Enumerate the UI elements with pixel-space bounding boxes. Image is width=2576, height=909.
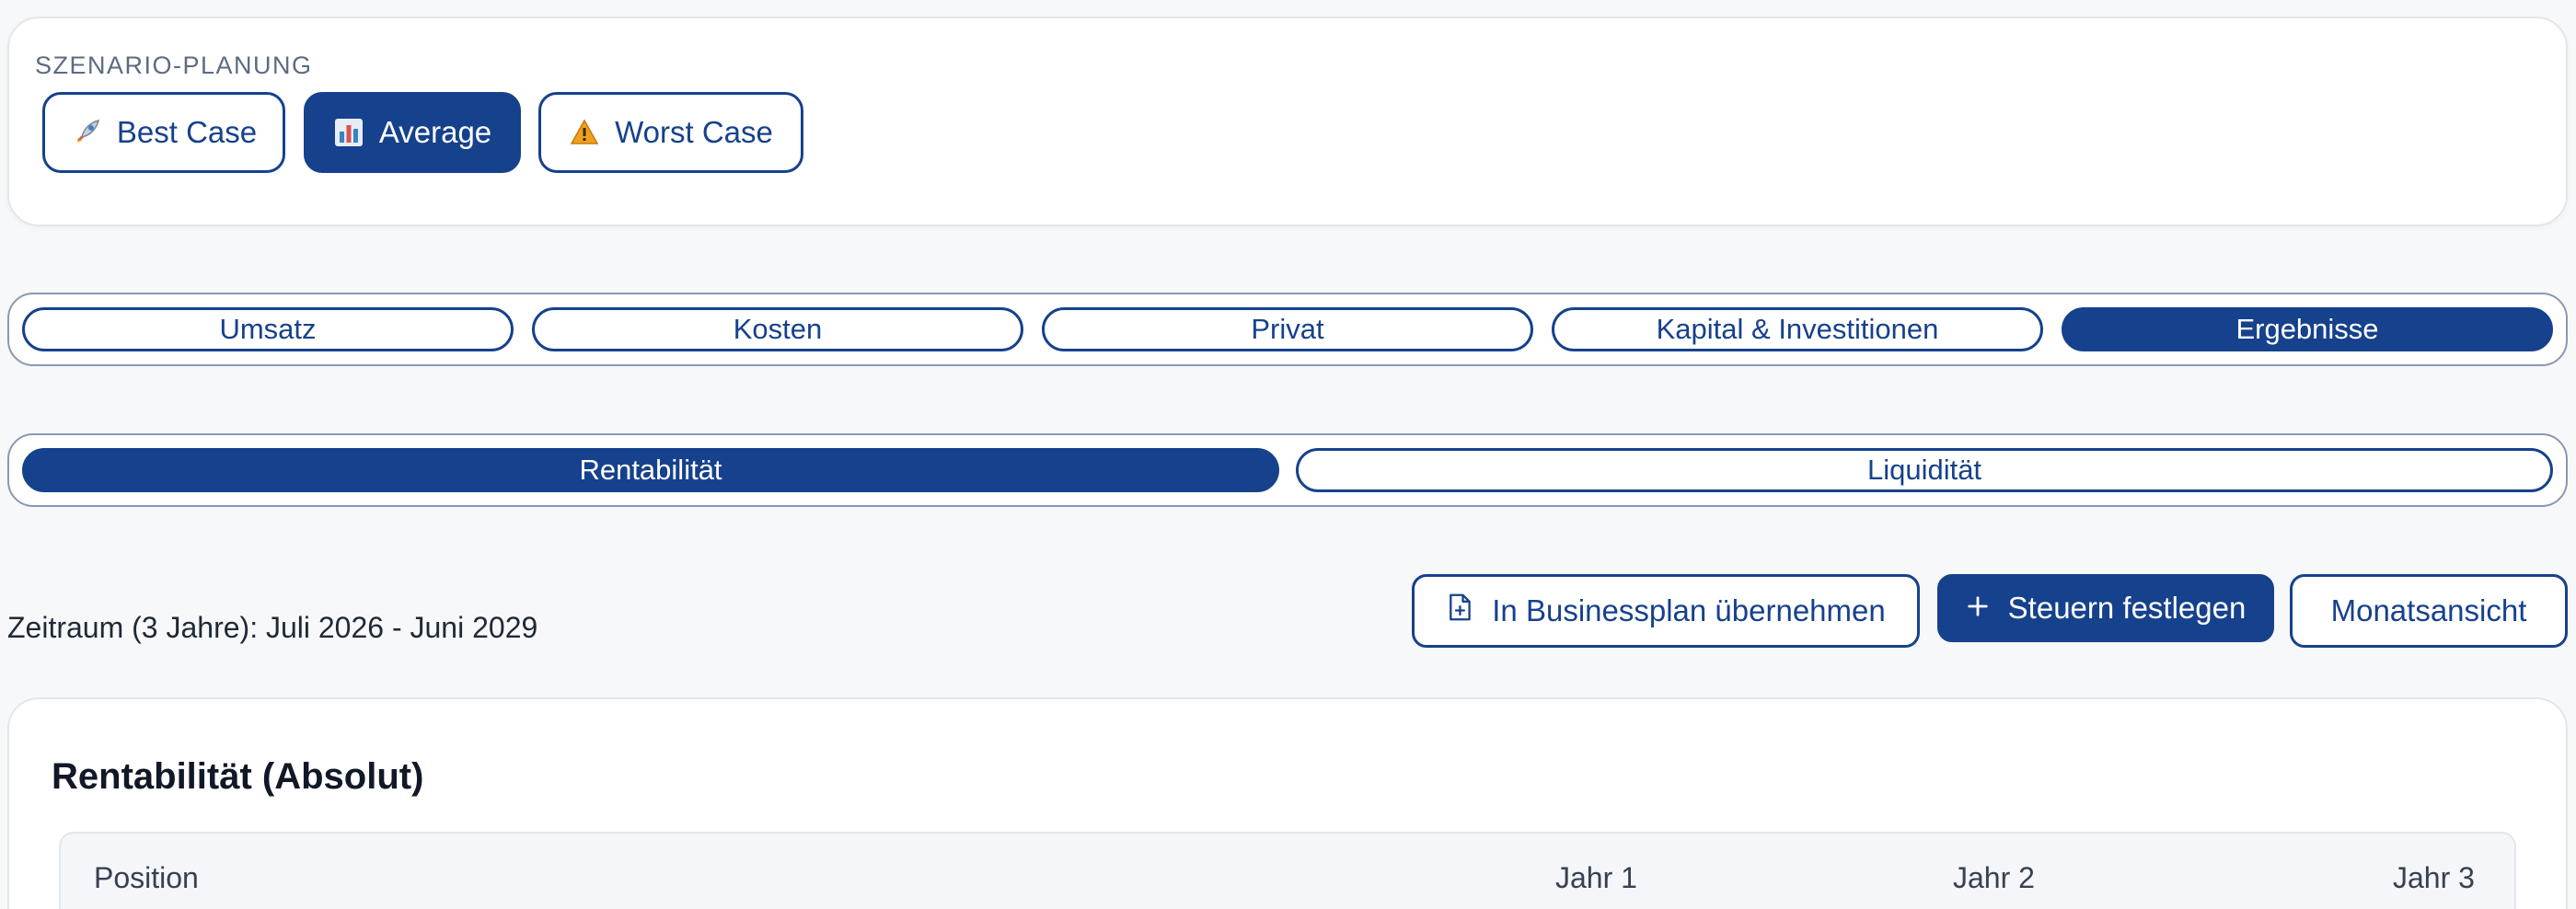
period-text: Zeitraum (3 Jahre): Juli 2026 - Juni 202… xyxy=(7,611,538,644)
rocket-icon xyxy=(71,117,102,148)
scenario-average-label: Average xyxy=(378,115,492,149)
column-header-jahr-1: Jahr 1 xyxy=(1555,861,1637,894)
tab-liquiditaet[interactable]: Liquidität xyxy=(1296,448,2553,492)
tab-umsatz[interactable]: Umsatz xyxy=(22,307,514,351)
monatsansicht-button[interactable]: Monatsansicht xyxy=(2290,574,2568,648)
column-header-jahr-3: Jahr 3 xyxy=(2393,861,2475,894)
tab-rentabilitaet[interactable]: Rentabilität xyxy=(22,448,1279,492)
tab-privat[interactable]: Privat xyxy=(1042,307,1533,351)
column-header-jahr-2: Jahr 2 xyxy=(1953,861,2035,894)
sub-tab-bar: Rentabilität Liquidität xyxy=(7,433,2568,507)
scenario-worst-case-label: Worst Case xyxy=(615,115,773,149)
steuern-festlegen-label: Steuern festlegen xyxy=(2007,591,2247,625)
main-tab-bar: Umsatz Kosten Privat Kapital & Investiti… xyxy=(7,293,2568,366)
scenario-best-case-button[interactable]: Best Case xyxy=(42,92,285,173)
scenario-best-case-label: Best Case xyxy=(116,115,258,149)
file-plus-icon xyxy=(1446,592,1473,630)
businessplan-label: In Businessplan übernehmen xyxy=(1492,593,1886,627)
warning-icon xyxy=(569,117,600,148)
scenario-average-button[interactable]: Average xyxy=(304,92,521,173)
result-title: Rentabilität (Absolut) xyxy=(52,756,424,797)
tab-kosten[interactable]: Kosten xyxy=(532,307,1023,351)
scenario-heading: SZENARIO-PLANUNG xyxy=(35,52,313,79)
tab-ergebnisse[interactable]: Ergebnisse xyxy=(2062,307,2553,351)
table-header: Position Jahr 1 Jahr 2 Jahr 3 xyxy=(59,832,2516,909)
scenario-worst-case-button[interactable]: Worst Case xyxy=(538,92,803,173)
businessplan-button[interactable]: In Businessplan übernehmen xyxy=(1412,574,1920,648)
column-header-position: Position xyxy=(94,861,199,894)
plus-icon xyxy=(1966,591,1990,626)
tab-kapital-investitionen[interactable]: Kapital & Investitionen xyxy=(1552,307,2043,351)
bar-chart-icon xyxy=(333,117,364,148)
steuern-festlegen-button[interactable]: Steuern festlegen xyxy=(1937,574,2274,642)
